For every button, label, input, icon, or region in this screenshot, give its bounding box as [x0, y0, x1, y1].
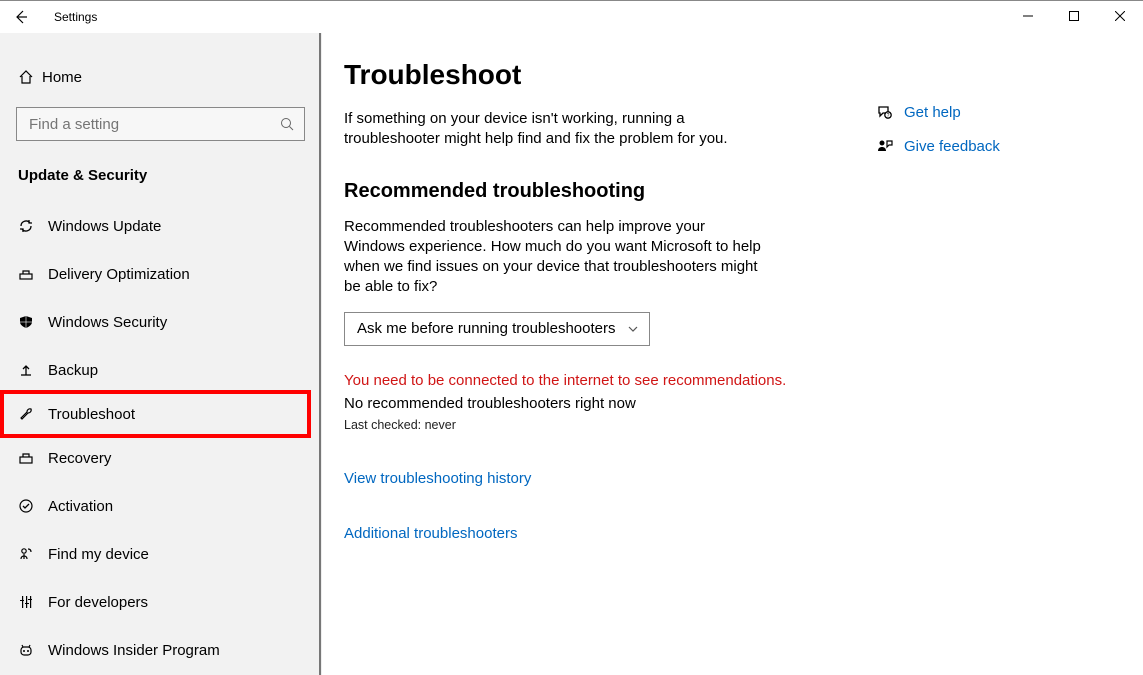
backup-icon — [18, 362, 48, 378]
sidebar-item-windows-security[interactable]: Windows Security — [0, 298, 321, 346]
minimize-button[interactable] — [1005, 1, 1051, 31]
shield-icon — [18, 314, 48, 330]
sidebar-item-label: Activation — [48, 498, 113, 515]
find-device-icon — [18, 546, 48, 562]
content-area: Troubleshoot If something on your device… — [322, 33, 1143, 675]
feedback-icon — [876, 137, 904, 155]
sidebar-item-activation[interactable]: Activation — [0, 482, 321, 530]
sidebar-item-label: Troubleshoot — [48, 406, 135, 423]
window-title: Settings — [54, 10, 97, 24]
page-title: Troubleshoot — [344, 59, 856, 91]
titlebar: Settings — [0, 1, 1143, 33]
sync-icon — [18, 218, 48, 234]
sidebar-item-label: Recovery — [48, 450, 111, 467]
sidebar-item-troubleshoot[interactable]: Troubleshoot — [0, 390, 311, 438]
sidebar-item-label: Find my device — [48, 546, 149, 563]
insider-icon — [18, 642, 48, 658]
aside-column: ? Get help Give feedback — [876, 59, 1000, 675]
sidebar-category: Update & Security — [0, 159, 321, 202]
intro-text: If something on your device isn't workin… — [344, 109, 764, 150]
no-recommended-text: No recommended troubleshooters right now — [344, 395, 856, 412]
chevron-down-icon — [627, 323, 639, 335]
close-button[interactable] — [1097, 1, 1143, 31]
window-controls — [1005, 1, 1143, 31]
section-title-recommended: Recommended troubleshooting — [344, 180, 856, 203]
sidebar-item-windows-insider[interactable]: Windows Insider Program — [0, 626, 321, 674]
give-feedback-label: Give feedback — [904, 138, 1000, 155]
search-icon — [280, 117, 294, 131]
internet-warning: You need to be connected to the internet… — [344, 372, 856, 389]
sidebar-item-label: Windows Security — [48, 314, 167, 331]
help-icon: ? — [876, 103, 904, 121]
maximize-button[interactable] — [1051, 1, 1097, 31]
recovery-icon — [18, 450, 48, 466]
get-help-link[interactable]: ? Get help — [876, 103, 1000, 121]
delivery-icon — [18, 266, 48, 282]
sidebar-item-delivery-optimization[interactable]: Delivery Optimization — [0, 250, 321, 298]
sidebar-home[interactable]: Home — [0, 57, 321, 97]
sidebar-scrollbar[interactable] — [319, 33, 321, 675]
sidebar-item-for-developers[interactable]: For developers — [0, 578, 321, 626]
sidebar-home-label: Home — [42, 69, 82, 86]
dropdown-value: Ask me before running troubleshooters — [357, 320, 615, 337]
search-input[interactable] — [27, 115, 280, 134]
get-help-label: Get help — [904, 104, 961, 121]
sidebar-item-label: Windows Insider Program — [48, 642, 220, 659]
wrench-icon — [18, 406, 48, 422]
sidebar: Home Update & Security Windows Update — [0, 33, 322, 675]
settings-window: Settings Home — [0, 0, 1143, 675]
sidebar-item-windows-update[interactable]: Windows Update — [0, 202, 321, 250]
sidebar-items: Windows Update Delivery Optimization Win… — [0, 202, 321, 674]
sidebar-item-label: Windows Update — [48, 218, 161, 235]
recommended-text: Recommended troubleshooters can help imp… — [344, 217, 764, 298]
troubleshoot-preference-dropdown[interactable]: Ask me before running troubleshooters — [344, 312, 650, 346]
sidebar-item-label: Backup — [48, 362, 98, 379]
additional-troubleshooters-link[interactable]: Additional troubleshooters — [344, 525, 856, 542]
check-icon — [18, 498, 48, 514]
svg-text:?: ? — [887, 113, 890, 119]
sidebar-item-recovery[interactable]: Recovery — [0, 434, 321, 482]
sidebar-item-find-my-device[interactable]: Find my device — [0, 530, 321, 578]
developer-icon — [18, 594, 48, 610]
sidebar-item-label: For developers — [48, 594, 148, 611]
sidebar-item-label: Delivery Optimization — [48, 266, 190, 283]
last-checked-text: Last checked: never — [344, 418, 856, 432]
view-history-link[interactable]: View troubleshooting history — [344, 470, 856, 487]
search-box[interactable] — [16, 107, 305, 141]
back-button[interactable] — [0, 1, 42, 33]
home-icon — [18, 69, 42, 85]
main-column: Troubleshoot If something on your device… — [344, 59, 856, 675]
sidebar-item-backup[interactable]: Backup — [0, 346, 321, 394]
give-feedback-link[interactable]: Give feedback — [876, 137, 1000, 155]
